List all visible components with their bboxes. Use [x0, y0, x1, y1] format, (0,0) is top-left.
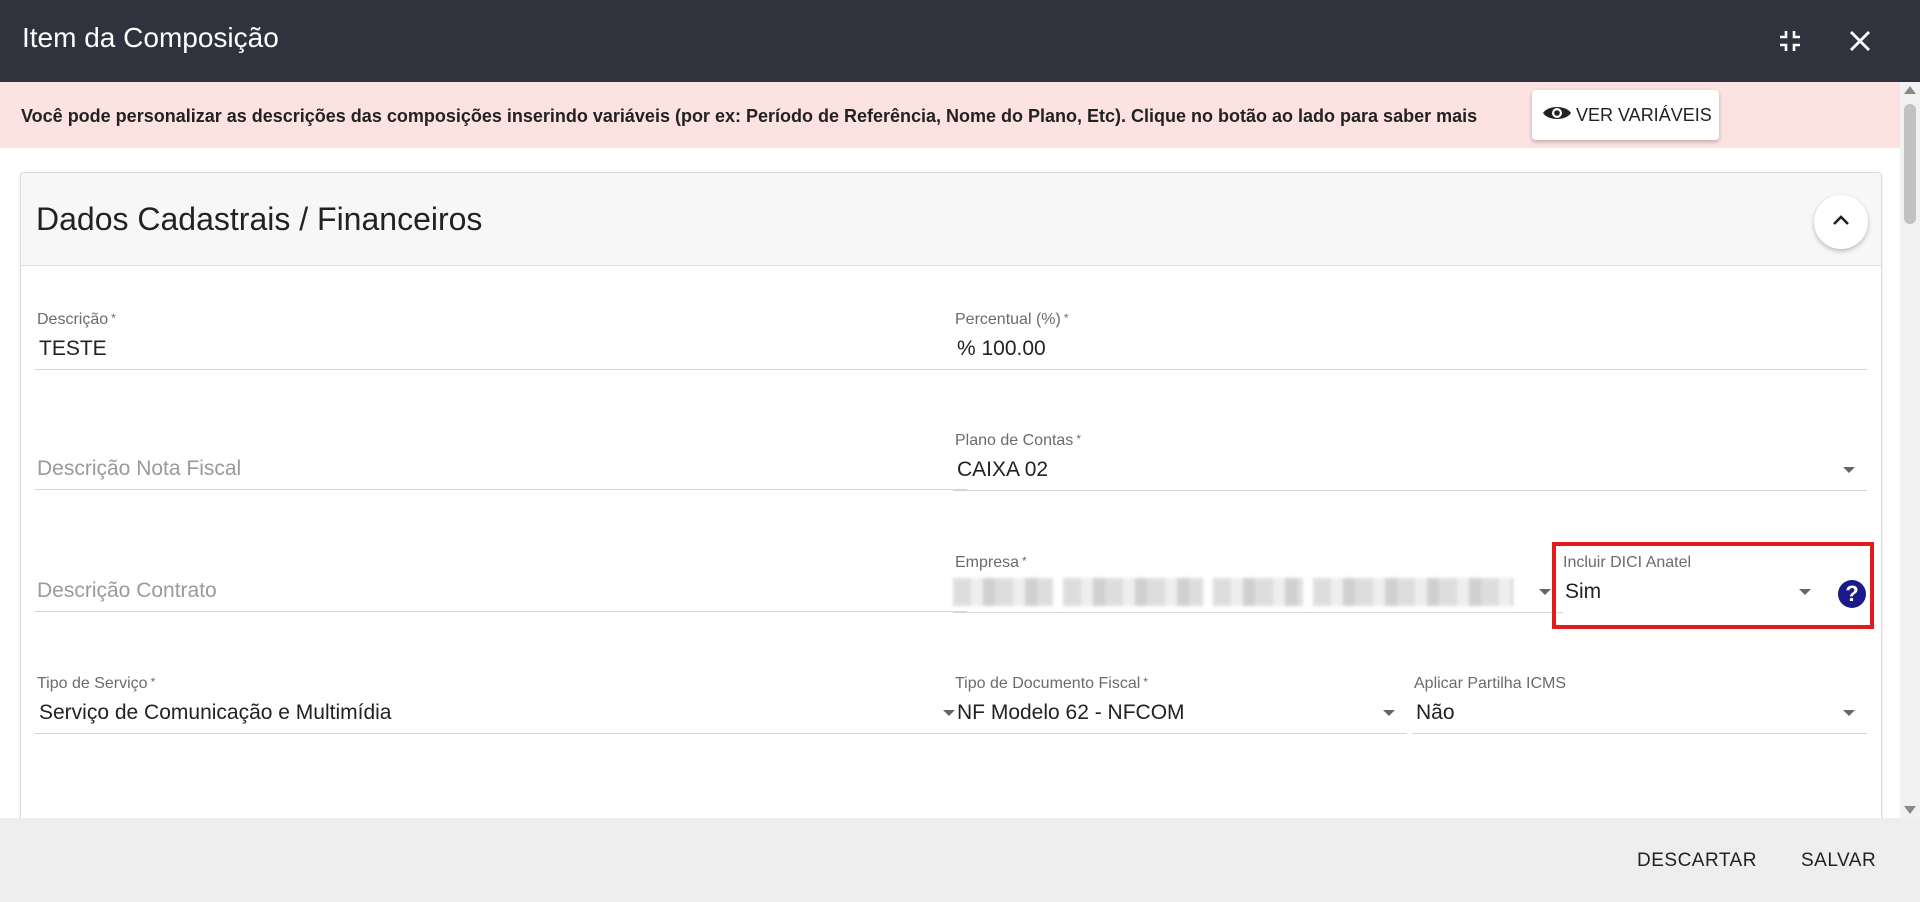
tipo-documento-value: NF Modelo 62 - NFCOM — [957, 701, 1185, 724]
tipo-documento-label: Tipo de Documento Fiscal * — [955, 675, 1148, 692]
descricao-underline — [35, 369, 967, 370]
dialog-footer: DESCARTAR SALVAR — [0, 818, 1920, 902]
banner-message: Você pode personalizar as descrições das… — [21, 106, 1478, 126]
descricao-nf-underline — [35, 489, 967, 490]
plano-contas-select[interactable]: Plano de Contas * CAIXA 02 — [953, 432, 1867, 492]
dialog-title: Item da Composição — [22, 22, 279, 53]
percentual-field[interactable]: Percentual (%) * % 100.00 — [953, 311, 1867, 371]
tipo-documento-underline — [953, 733, 1407, 734]
descricao-contrato-input[interactable]: Descrição Contrato — [37, 579, 217, 603]
chevron-down-icon[interactable] — [1843, 467, 1855, 473]
tipo-servico-select[interactable]: Tipo de Serviço * Serviço de Comunicação … — [35, 675, 967, 735]
dialog-titlebar: Item da Composição — [0, 0, 1920, 82]
close-icon[interactable] — [1843, 24, 1877, 58]
compress-icon[interactable] — [1773, 24, 1807, 58]
tipo-servico-value: Serviço de Comunicação e Multimídia — [39, 701, 392, 724]
plano-contas-value: CAIXA 02 — [957, 458, 1049, 481]
discard-button[interactable]: DESCARTAR — [1637, 850, 1757, 872]
chevron-up-icon — [1832, 213, 1850, 231]
descricao-nf-field[interactable]: Descrição Nota Fiscal — [35, 431, 967, 491]
tipo-documento-select[interactable]: Tipo de Documento Fiscal * NF Modelo 62 -… — [953, 675, 1407, 735]
collapse-section-button[interactable] — [1814, 195, 1868, 249]
percentual-underline — [953, 369, 1867, 370]
scrollbar-thumb[interactable] — [1904, 104, 1916, 224]
empresa-label: Empresa * — [955, 554, 1027, 571]
partilha-icms-underline — [1412, 733, 1867, 734]
highlight-box — [1552, 542, 1874, 629]
save-button[interactable]: SALVAR — [1801, 850, 1876, 872]
chevron-down-icon[interactable] — [1539, 589, 1551, 595]
scroll-up-icon[interactable] — [1904, 86, 1916, 94]
empresa-redacted-value — [953, 578, 1513, 606]
view-variables-label: VER VARIÁVEIS — [1576, 104, 1712, 125]
percentual-label: Percentual (%) * — [955, 311, 1069, 328]
eye-icon — [1542, 103, 1572, 128]
section-card: Dados Cadastrais / Financeiros Descrição… — [20, 172, 1882, 832]
vertical-scrollbar[interactable] — [1900, 82, 1920, 818]
partilha-icms-value: Não — [1416, 701, 1455, 724]
empresa-underline — [953, 612, 1563, 613]
tipo-servico-label: Tipo de Serviço * — [37, 675, 156, 692]
descricao-field[interactable]: Descrição * TESTE — [35, 311, 967, 371]
partilha-icms-select[interactable]: Aplicar Partilha ICMS Não — [1412, 675, 1867, 735]
section-header: Dados Cadastrais / Financeiros — [21, 173, 1881, 266]
descricao-label: Descrição * — [37, 311, 116, 328]
tipo-servico-underline — [35, 733, 967, 734]
empresa-select[interactable]: Empresa * — [953, 554, 1563, 614]
scroll-down-icon[interactable] — [1904, 806, 1916, 814]
plano-contas-underline — [953, 490, 1867, 491]
partilha-icms-label: Aplicar Partilha ICMS — [1414, 675, 1567, 692]
view-variables-button[interactable]: VER VARIÁVEIS — [1532, 90, 1719, 140]
descricao-nf-input[interactable]: Descrição Nota Fiscal — [37, 457, 241, 481]
chevron-down-icon[interactable] — [1843, 710, 1855, 716]
descricao-input[interactable]: TESTE — [39, 337, 107, 361]
section-title: Dados Cadastrais / Financeiros — [36, 201, 483, 237]
chevron-down-icon[interactable] — [1383, 710, 1395, 716]
plano-contas-label: Plano de Contas * — [955, 432, 1081, 449]
info-banner: Você pode personalizar as descrições das… — [0, 82, 1900, 148]
descricao-contrato-underline — [35, 611, 967, 612]
descricao-contrato-field[interactable]: Descrição Contrato — [35, 553, 967, 613]
percentual-input[interactable]: % 100.00 — [957, 337, 1046, 361]
